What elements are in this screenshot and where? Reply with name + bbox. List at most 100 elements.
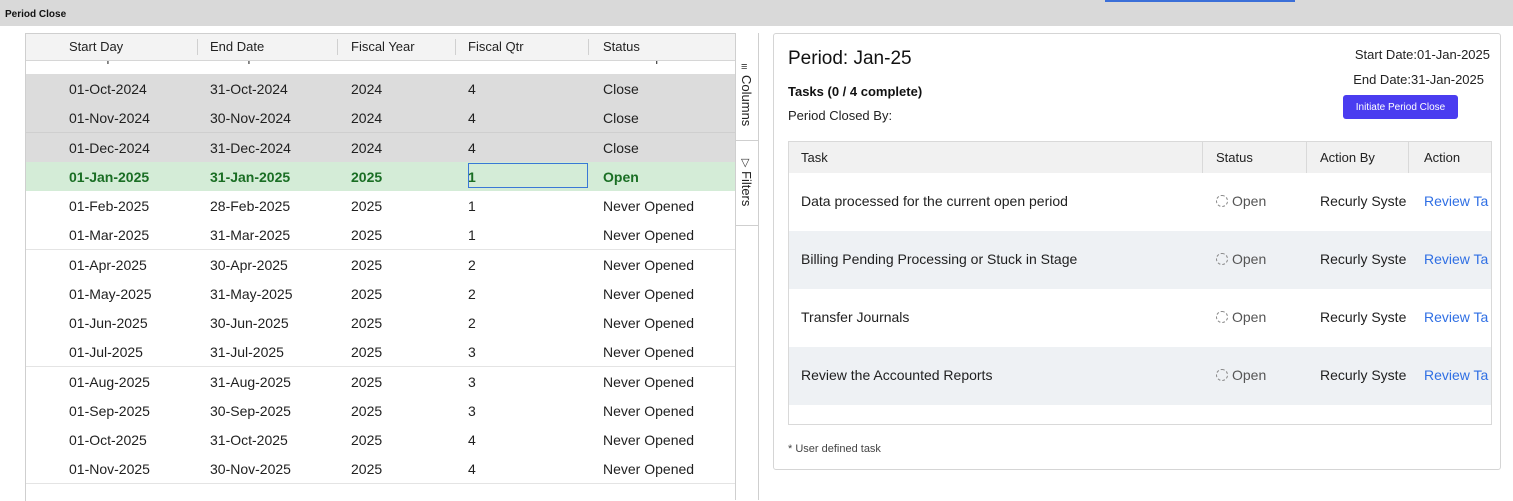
column-header-status[interactable]: Status: [1216, 150, 1253, 165]
cell-start-day[interactable]: 01-Mar-2025: [69, 227, 149, 243]
column-header-task[interactable]: Task: [801, 150, 828, 165]
cell-start-day[interactable]: 01-Aug-2025: [69, 374, 150, 390]
cell-status[interactable]: Never Opened: [603, 286, 694, 302]
cell-status[interactable]: Close: [603, 110, 639, 126]
cell-start-day[interactable]: 01-Oct-2024: [69, 81, 147, 97]
table-row[interactable]: 01-Jun-2025 30-Jun-2025 2025 2 Never Opened: [26, 308, 735, 338]
cell-end-date[interactable]: 30-Apr-2025: [210, 257, 288, 273]
cell-start-day[interactable]: 01-Nov-2024: [69, 110, 150, 126]
column-header-fiscal-year[interactable]: Fiscal Year: [351, 39, 415, 54]
table-row[interactable]: 01-Oct-2025 31-Oct-2025 2025 4 Never Opened: [26, 425, 735, 455]
cell-status[interactable]: Never Opened: [603, 257, 694, 273]
cell-fiscal-qtr[interactable]: 4: [468, 432, 476, 448]
table-row[interactable]: 01-Jul-2025 31-Jul-2025 2025 3 Never Opened: [26, 337, 735, 367]
column-header-fiscal-qtr[interactable]: Fiscal Qtr: [468, 39, 524, 54]
cell-status[interactable]: Never Opened: [603, 461, 694, 477]
cell-fiscal-qtr[interactable]: 4: [468, 461, 476, 477]
column-header-status[interactable]: Status: [603, 39, 640, 54]
task-row[interactable]: Review the Accounted Reports Open Recurly …: [789, 347, 1491, 405]
column-separator[interactable]: [197, 39, 198, 55]
cell-start-day[interactable]: 01-Apr-2025: [69, 257, 147, 273]
cell-status[interactable]: Never Opened: [603, 432, 694, 448]
cell-fiscal-year[interactable]: 2025: [351, 257, 382, 273]
cell-fiscal-qtr[interactable]: 4: [468, 140, 476, 156]
cell-start-day[interactable]: 01-Feb-2025: [69, 198, 149, 214]
table-row[interactable]: 01-Aug-2025 31-Aug-2025 2025 3 Never Opened: [26, 367, 735, 397]
cell-fiscal-year[interactable]: 2025: [351, 227, 382, 243]
cell-fiscal-year[interactable]: 2025: [351, 169, 382, 185]
cell-fiscal-qtr[interactable]: 1: [468, 198, 476, 214]
columns-tool-button[interactable]: ≡ Columns: [736, 33, 758, 136]
cell-end-date[interactable]: 31-Jul-2025: [210, 344, 284, 360]
review-task-link[interactable]: Review Ta: [1424, 309, 1488, 325]
cell-fiscal-year[interactable]: 2025: [351, 403, 382, 419]
cell-end-date[interactable]: 31-Oct-2025: [210, 432, 288, 448]
cell-fiscal-qtr[interactable]: 3: [468, 403, 476, 419]
cell-fiscal-qtr[interactable]: 4: [468, 110, 476, 126]
cell-end-date[interactable]: 30-Nov-2024: [210, 110, 291, 126]
cell-fiscal-year[interactable]: 2024: [351, 140, 382, 156]
table-row[interactable]: 01-May-2025 31-May-2025 2025 2 Never Opened: [26, 279, 735, 309]
cell-start-day[interactable]: 01-Jul-2025: [69, 344, 143, 360]
table-row[interactable]: 01-Apr-2025 30-Apr-2025 2025 2 Never Opened: [26, 250, 735, 280]
table-row[interactable]: 01-Nov-2024 30-Nov-2024 2024 4 Close: [26, 103, 735, 133]
cell-fiscal-qtr[interactable]: 3: [468, 344, 476, 360]
review-task-link[interactable]: Review Ta: [1424, 251, 1488, 267]
cell-fiscal-year[interactable]: 2025: [351, 432, 382, 448]
cell-start-day[interactable]: 01-Nov-2025: [69, 461, 150, 477]
cell-status[interactable]: Never Opened: [603, 374, 694, 390]
table-row[interactable]: 01-Feb-2025 28-Feb-2025 2025 1 Never Opened: [26, 191, 735, 221]
table-row[interactable]: 01-Sep-2025 30-Sep-2025 2025 3 Never Opened: [26, 396, 735, 426]
cell-fiscal-year[interactable]: 2025: [351, 344, 382, 360]
cell-status[interactable]: Open: [603, 169, 639, 185]
cell-fiscal-year[interactable]: 2025: [351, 461, 382, 477]
cell-fiscal-qtr[interactable]: 2: [468, 315, 476, 331]
column-header-action[interactable]: Action: [1424, 150, 1460, 165]
cell-status[interactable]: Close: [603, 140, 639, 156]
cell-fiscal-qtr[interactable]: 2: [468, 286, 476, 302]
task-row[interactable]: Transfer Journals Open Recurly Syste Review…: [789, 289, 1491, 347]
cell-start-day[interactable]: 01-May-2025: [69, 286, 152, 302]
cell-end-date[interactable]: 30-Sep-2025: [210, 403, 291, 419]
cell-fiscal-qtr[interactable]: 1: [468, 227, 476, 243]
review-task-link[interactable]: Review Ta: [1424, 193, 1488, 209]
cell-start-day[interactable]: 01-Jan-2025: [69, 169, 149, 185]
filters-tool-button[interactable]: ▽ Filters: [736, 143, 758, 223]
cell-end-date[interactable]: 31-Oct-2024: [210, 81, 288, 97]
column-header-start-day[interactable]: Start Day: [69, 39, 123, 54]
column-separator[interactable]: [455, 39, 456, 55]
cell-end-date[interactable]: 31-Aug-2025: [210, 374, 291, 390]
cell-fiscal-year[interactable]: 2025: [351, 286, 382, 302]
column-separator[interactable]: [588, 39, 589, 55]
table-row-selected[interactable]: 01-Jan-2025 31-Jan-2025 2025 1 Open: [26, 162, 735, 192]
task-row[interactable]: Billing Pending Processing or Stuck in S…: [789, 231, 1491, 289]
cell-fiscal-year[interactable]: 2025: [351, 198, 382, 214]
cell-end-date[interactable]: 30-Nov-2025: [210, 461, 291, 477]
cell-status[interactable]: Close: [603, 81, 639, 97]
cell-status[interactable]: Never Opened: [603, 227, 694, 243]
review-task-link[interactable]: Review Ta: [1424, 367, 1488, 383]
table-row[interactable]: 01-Dec-2024 31-Dec-2024 2024 4 Close: [26, 133, 735, 163]
cell-status[interactable]: Never Opened: [603, 403, 694, 419]
cell-fiscal-year[interactable]: 2024: [351, 81, 382, 97]
cell-fiscal-qtr[interactable]: 4: [468, 81, 476, 97]
cell-fiscal-qtr[interactable]: 3: [468, 374, 476, 390]
table-row[interactable]: 01-Mar-2025 31-Mar-2025 2025 1 Never Opened: [26, 220, 735, 250]
column-separator[interactable]: [337, 39, 338, 55]
table-row[interactable]: 01-Oct-2024 31-Oct-2024 2024 4 Close: [26, 74, 735, 104]
cell-end-date[interactable]: 31-Jan-2025: [210, 169, 290, 185]
cell-end-date[interactable]: 31-May-2025: [210, 286, 293, 302]
column-header-end-date[interactable]: End Date: [210, 39, 264, 54]
cell-status[interactable]: Never Opened: [603, 315, 694, 331]
cell-start-day[interactable]: 01-Sep-2025: [69, 403, 150, 419]
initiate-period-close-button[interactable]: Initiate Period Close: [1343, 95, 1458, 119]
cell-start-day[interactable]: 01-Oct-2025: [69, 432, 147, 448]
cell-fiscal-year[interactable]: 2024: [351, 110, 382, 126]
cell-fiscal-year[interactable]: 2025: [351, 315, 382, 331]
cell-start-day[interactable]: 01-Jun-2025: [69, 315, 148, 331]
cell-end-date[interactable]: 28-Feb-2025: [210, 198, 290, 214]
cell-end-date[interactable]: 30-Jun-2025: [210, 315, 289, 331]
column-header-action-by[interactable]: Action By: [1320, 150, 1375, 165]
cell-fiscal-year[interactable]: 2025: [351, 374, 382, 390]
table-row[interactable]: 01-Nov-2025 30-Nov-2025 2025 4 Never Opened: [26, 454, 735, 484]
